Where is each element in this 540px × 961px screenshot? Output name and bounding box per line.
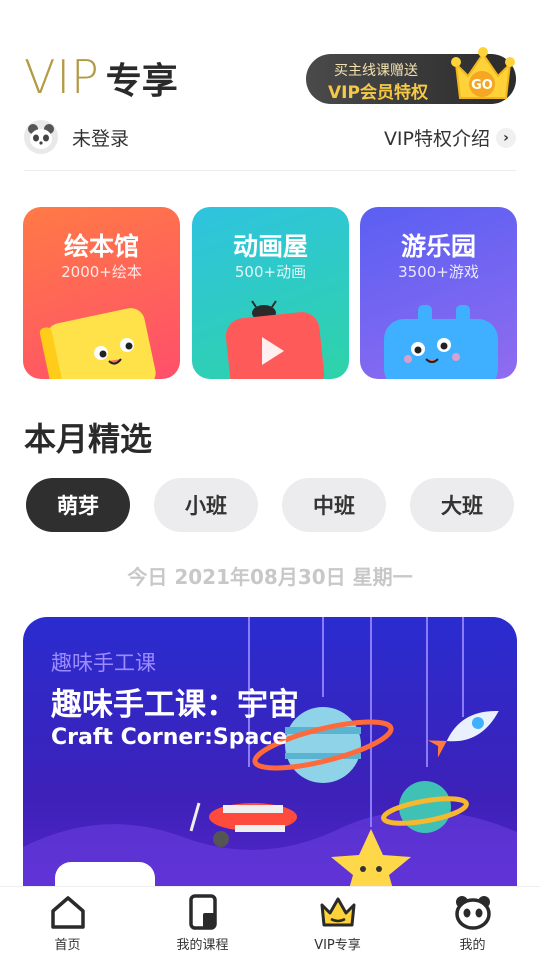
course-book-icon [188, 894, 217, 930]
banner-subtitle: 趣味手工课 [51, 651, 156, 675]
tab-daban[interactable]: 大班 [410, 478, 514, 532]
chevron-right-icon: › [496, 127, 516, 148]
section-title: 本月精选 [24, 420, 153, 458]
category-subtitle: 2000+绘本 [61, 263, 142, 281]
vip-intro-link[interactable]: VIP特权介绍 › [384, 124, 516, 151]
home-icon [50, 896, 85, 929]
login-status[interactable]: 未登录 [72, 124, 129, 151]
avatar[interactable] [24, 120, 58, 154]
vip-page-title: VIP 专享 [24, 50, 178, 110]
vip-promo-button[interactable]: 买主线课赠送 VIP会员特权 GO [306, 47, 516, 104]
tab-xiaoban[interactable]: 小班 [154, 478, 258, 532]
vip-label: VIP [24, 50, 100, 104]
vip-crown-icon [320, 897, 355, 927]
bottom-nav: 首页 我的课程 VIP专享 我的 [0, 886, 540, 961]
airplane-icon [189, 802, 297, 847]
nav-me[interactable]: 我的 [405, 893, 540, 953]
nav-label: 首页 [54, 938, 81, 953]
category-games[interactable]: 游乐园 3500+游戏 [360, 207, 517, 379]
promo-go-text: GO [471, 78, 493, 93]
category-title: 绘本馆 [63, 232, 139, 261]
category-title: 游乐园 [400, 232, 476, 261]
promo-line2: VIP会员特权 [328, 83, 428, 103]
category-title: 动画屋 [232, 232, 308, 261]
divider [24, 170, 516, 171]
tab-mengya[interactable]: 萌芽 [26, 478, 130, 532]
rocket-icon [427, 710, 499, 758]
crown-go-icon: GO [451, 47, 515, 99]
nav-label: 我的课程 [176, 938, 229, 953]
zone-label: 专享 [105, 61, 178, 102]
nav-my-courses[interactable]: 我的课程 [135, 893, 270, 953]
panda-avatar-icon [24, 120, 58, 154]
panda-profile-icon [454, 896, 491, 930]
category-picture-books[interactable]: 绘本馆 2000+绘本 [23, 207, 180, 379]
nav-label: 我的 [459, 938, 486, 953]
banner-english-title: Craft Corner:Space [51, 725, 288, 750]
nav-vip[interactable]: VIP专享 [270, 893, 405, 953]
vip-intro-label: VIP特权介绍 [383, 128, 490, 150]
category-subtitle: 3500+游戏 [398, 263, 479, 281]
date-label: 今日 2021年08月30日 星期一 [127, 565, 413, 589]
category-animation[interactable]: 动画屋 500+动画 [192, 207, 349, 379]
nav-label: VIP专享 [314, 938, 361, 953]
nav-home[interactable]: 首页 [0, 893, 135, 953]
promo-line1: 买主线课赠送 [334, 63, 418, 79]
tab-zhongban[interactable]: 中班 [282, 478, 386, 532]
category-subtitle: 500+动画 [234, 263, 307, 281]
banner-title: 趣味手工课：宇宙 [51, 687, 299, 723]
